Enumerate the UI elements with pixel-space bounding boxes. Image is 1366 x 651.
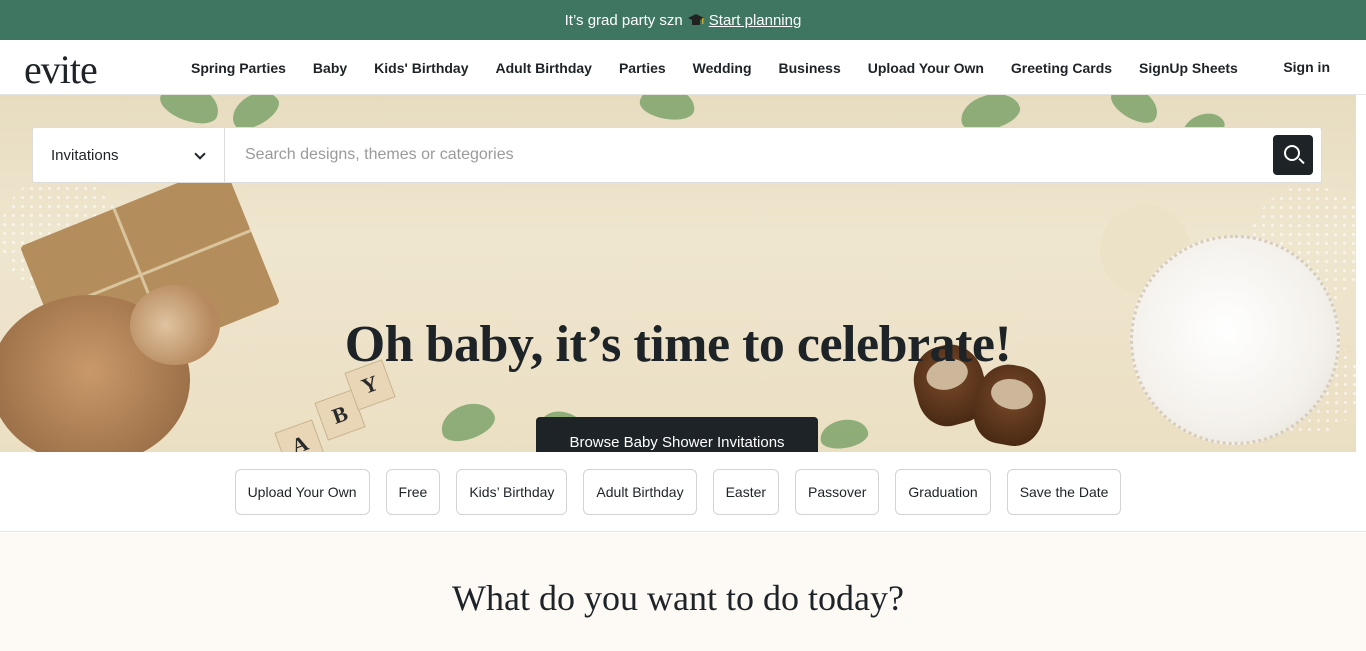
chip-save-the-date[interactable]: Save the Date <box>1006 468 1122 515</box>
nav-link-signup-sheets[interactable]: SignUp Sheets <box>1139 60 1238 76</box>
chip-free[interactable]: Free <box>385 468 441 515</box>
eucalyptus-leaf <box>435 396 500 448</box>
nav-links: Spring Parties Baby Kids' Birthday Adult… <box>191 40 1265 95</box>
chip-graduation[interactable]: Graduation <box>895 468 991 515</box>
nav-link-upload-your-own[interactable]: Upload Your Own <box>868 60 984 76</box>
promo-banner: It’s grad party szn Start planning <box>0 0 1366 40</box>
nav-link-parties[interactable]: Parties <box>619 60 666 76</box>
category-chips: Upload Your Own Free Kids’ Birthday Adul… <box>0 452 1366 532</box>
eucalyptus-leaf <box>1105 95 1165 130</box>
nav-link-wedding[interactable]: Wedding <box>693 60 752 76</box>
nav-link-adult-birthday[interactable]: Adult Birthday <box>496 60 592 76</box>
eucalyptus-leaf <box>637 95 698 124</box>
eucalyptus-leaf <box>817 416 871 452</box>
eucalyptus-leaf <box>155 95 225 131</box>
chip-passover[interactable]: Passover <box>795 468 880 515</box>
graduation-cap-icon <box>687 13 705 27</box>
promo-text: It’s grad party szn <box>564 11 683 29</box>
chip-upload-your-own[interactable]: Upload Your Own <box>234 468 370 515</box>
chevron-down-icon <box>194 148 206 160</box>
chip-kids-birthday[interactable]: Kids’ Birthday <box>456 468 568 515</box>
hero-title: Oh baby, it’s time to celebrate! <box>344 316 1012 373</box>
nav-link-spring-parties[interactable]: Spring Parties <box>191 60 286 76</box>
nav-link-greeting-cards[interactable]: Greeting Cards <box>1011 60 1112 76</box>
category-select[interactable]: Invitations <box>33 128 225 182</box>
search-bar: Invitations <box>32 127 1322 183</box>
nav-link-business[interactable]: Business <box>779 60 841 76</box>
browse-baby-shower-button[interactable]: Browse Baby Shower Invitations <box>536 417 818 452</box>
main-nav: evite Spring Parties Baby Kids' Birthday… <box>0 40 1366 95</box>
sign-in-link[interactable]: Sign in <box>1283 59 1330 75</box>
category-select-value: Invitations <box>51 146 119 164</box>
start-planning-link[interactable]: Start planning <box>709 12 802 29</box>
what-to-do-section: What do you want to do today? <box>0 533 1366 651</box>
section-title: What do you want to do today? <box>452 578 904 618</box>
chip-easter[interactable]: Easter <box>712 468 780 515</box>
nav-link-baby[interactable]: Baby <box>313 60 347 76</box>
search-input[interactable] <box>225 128 1273 182</box>
evite-logo[interactable]: evite <box>24 46 98 93</box>
nav-link-kids-birthday[interactable]: Kids' Birthday <box>374 60 468 76</box>
search-button[interactable] <box>1273 135 1313 175</box>
chip-adult-birthday[interactable]: Adult Birthday <box>583 468 697 515</box>
baby-block: A <box>274 419 326 452</box>
